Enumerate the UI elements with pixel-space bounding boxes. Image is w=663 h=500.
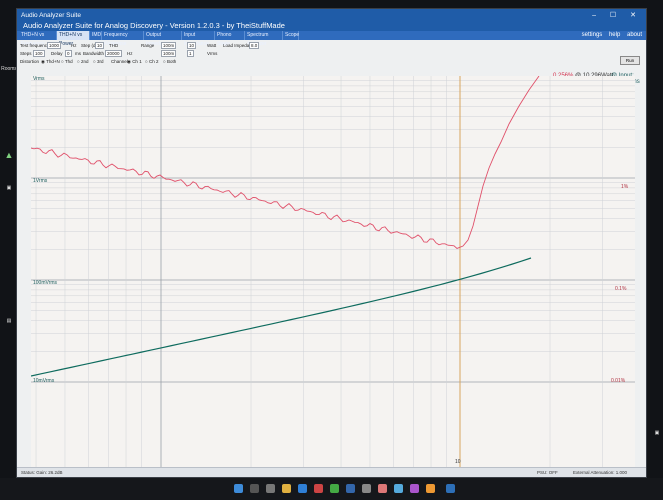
app-icon-cyan[interactable] [394, 484, 403, 493]
radio-3rd-label: 3rd [96, 59, 104, 64]
about-link[interactable]: about [627, 32, 642, 38]
app-icon-pink[interactable] [378, 484, 387, 493]
right-axis-label-01pct: 0.1% [615, 286, 627, 292]
bandwidth-input[interactable]: 20000 [105, 50, 122, 57]
test-frequency-label: Test frequency [20, 43, 50, 48]
horizontal-grid [31, 80, 635, 383]
plot-svg [31, 76, 635, 468]
window-title: Audio Analyzer Suite [21, 12, 81, 19]
settings-link[interactable]: settings [582, 32, 603, 38]
tab-phono-stage[interactable]: Phono Stage [215, 31, 245, 47]
tab-spectrum-analyzer[interactable]: Spectrum Analyzer [245, 31, 283, 47]
tab-imd[interactable]: IMD [90, 31, 102, 40]
app-window: Audio Analyzer Suite – ☐ ✕ Audio Analyze… [16, 8, 647, 478]
tab-scope[interactable]: Scope [283, 31, 299, 40]
radio-thdn-label: Thd+N [46, 59, 60, 64]
radio-thd[interactable]: ○ Thd [61, 58, 73, 66]
test-frequency-unit: Hz [71, 43, 77, 48]
bandwidth-label: Bandwidth [83, 51, 105, 56]
steps-label: Steps [20, 51, 32, 56]
steps-input[interactable]: 100 [33, 50, 45, 57]
channel-label: Channel [111, 59, 128, 64]
delay-label: Delay [51, 51, 63, 56]
radio-thd-label: Thd [64, 59, 73, 64]
control-row-2: Steps 100 Delay 0 ms Bandwidth 20000 Hz … [17, 50, 646, 58]
y-axis-label-100mvrms: 100mVrms [33, 280, 57, 286]
voltage-trace [31, 257, 532, 377]
audio-analyzer-taskbar-icon[interactable] [446, 484, 455, 493]
step-input[interactable]: 10 [95, 42, 105, 49]
y-axis-top-label: Vrms [33, 76, 45, 82]
delay-input[interactable]: 0 [65, 50, 72, 57]
range-label: Range [141, 43, 155, 48]
app-icon-orange[interactable] [426, 484, 435, 493]
status-attenuation: External Attenuation: 1.000 [573, 470, 628, 475]
bandwidth-unit: Hz [127, 51, 133, 56]
control-row-3: Distortion ◉ Thd+N ○ Thd ○ 2nd ○ 3rd Cha… [17, 58, 646, 66]
vrange-from-select[interactable]: 100m [161, 50, 177, 57]
help-link[interactable]: help [609, 32, 620, 38]
app-icon-blue[interactable] [346, 484, 355, 493]
radio-both-label: Both [166, 59, 177, 64]
window-controls[interactable]: – ☐ ✕ [592, 11, 642, 19]
tab-thdn-vs-power[interactable]: THD+N vs Power [57, 31, 90, 47]
y-axis-label-1vrms: 1Vrms [33, 178, 48, 184]
app-icon-green[interactable] [330, 484, 339, 493]
vertical-grid [35, 76, 603, 468]
radio-thdn[interactable]: ◉ Thd+N [41, 58, 60, 66]
status-psu: PSU: OFF [537, 470, 558, 475]
radio-ch2-label: Ch 2 [148, 59, 159, 64]
thd-trace [31, 76, 540, 249]
radio-ch1-label: Ch 1 [132, 59, 142, 64]
radio-3rd[interactable]: ○ 3rd [93, 58, 103, 66]
radio-2nd-label: 2nd [80, 59, 89, 64]
app-icon-gray[interactable] [362, 484, 371, 493]
delay-unit: ms [75, 51, 81, 56]
vrange-to-select[interactable]: 1 [187, 50, 194, 57]
control-row-1: Test frequency 1000 Hz Step (d) 10 THD R… [17, 42, 646, 50]
right-axis-label-1pct: 1% [621, 184, 629, 190]
start-icon[interactable] [234, 484, 243, 493]
right-axis-label-001pct: 0.01% [611, 378, 626, 384]
task-view-icon[interactable] [266, 484, 275, 493]
title-bar: Audio Analyzer Suite – ☐ ✕ Audio Analyze… [17, 9, 646, 31]
browser-icon[interactable] [298, 484, 307, 493]
thd-checkbox-label[interactable]: THD [109, 42, 118, 50]
radio-ch1[interactable]: ◉ Ch 1 [127, 58, 142, 66]
status-bar: Status: Gain: 26.2dB PSU: OFF External A… [17, 467, 646, 477]
top-links: settings help about [577, 31, 642, 40]
taskbar [0, 478, 663, 500]
tab-output-impedance[interactable]: Output Impedance [144, 31, 182, 47]
y-axis-label-10mvrms: 10mVrms [33, 378, 55, 384]
app-icon-red[interactable] [314, 484, 323, 493]
run-button[interactable]: Run [620, 56, 640, 65]
range-unit: Watt [207, 43, 217, 48]
test-frequency-input[interactable]: 1000 [47, 42, 62, 49]
x-tick-10: 10 [455, 459, 461, 465]
radio-ch2[interactable]: ○ Ch 2 [145, 58, 158, 66]
plot-area[interactable]: Vrms 1Vrms 100mVrms 10mVrms 1% 0.1% 0.01… [31, 76, 635, 468]
file-explorer-icon[interactable] [282, 484, 291, 493]
tab-frequency-response[interactable]: Frequency Response [102, 31, 144, 47]
app-icon-purple[interactable] [410, 484, 419, 493]
vrange-unit: Vrms [207, 51, 218, 56]
distortion-label: Distortion [20, 59, 40, 64]
radio-2nd[interactable]: ○ 2nd [77, 58, 88, 66]
range-to-select[interactable]: 10 [187, 42, 197, 49]
status-gain: Status: Gain: 26.2dB [21, 470, 63, 475]
search-icon[interactable] [250, 484, 259, 493]
radio-both[interactable]: ○ Both [163, 58, 176, 66]
tab-thdn-vs-frequency[interactable]: THD+N vs Frequency [19, 31, 57, 47]
load-input[interactable]: 8.0 [249, 42, 260, 49]
desktop-icon-right[interactable]: ▣ [648, 430, 663, 436]
tab-input-impedance[interactable]: Input Impedance [182, 31, 215, 47]
tab-bar: THD+N vs Frequency THD+N vs Power IMD Fr… [17, 31, 646, 47]
app-subtitle: Audio Analyzer Suite for Analog Discover… [23, 21, 285, 30]
range-from-select[interactable]: 100m [161, 42, 177, 49]
